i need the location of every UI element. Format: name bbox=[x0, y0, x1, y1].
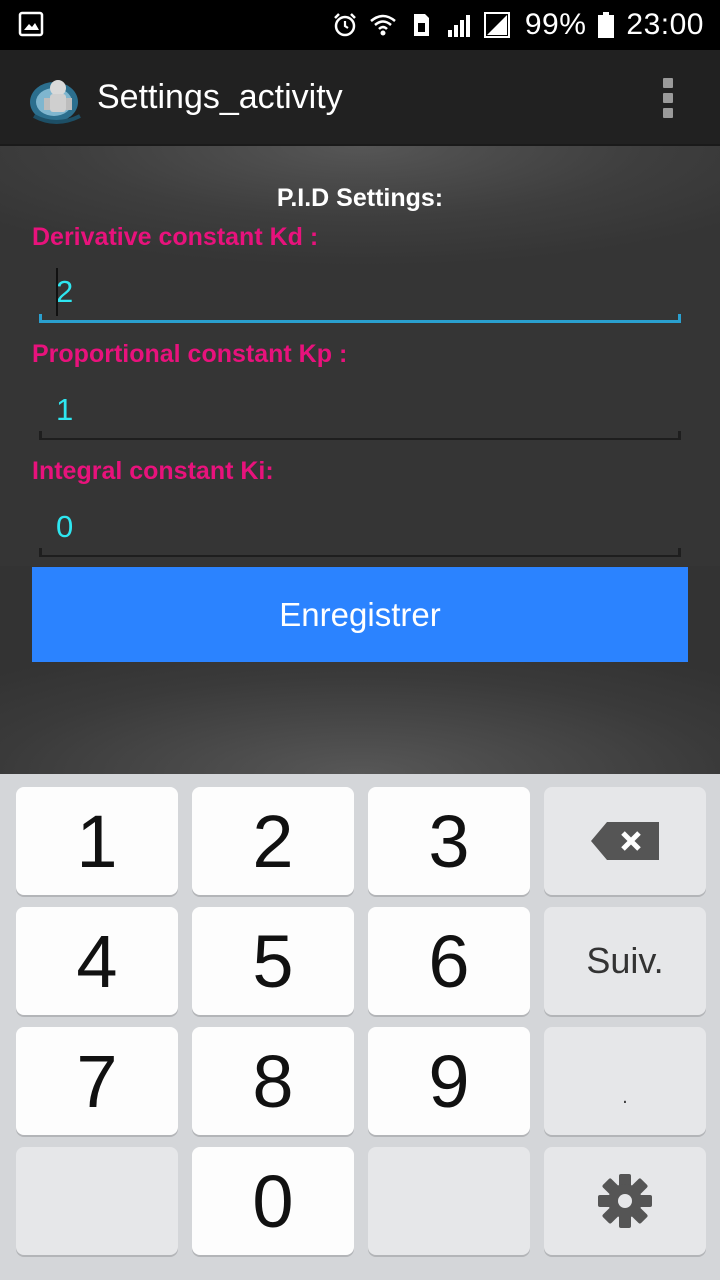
battery-percent: 99% bbox=[524, 8, 587, 41]
key-7-label: 7 bbox=[76, 1039, 118, 1123]
backspace-icon bbox=[591, 822, 659, 860]
action-bar: Settings_activity bbox=[0, 50, 720, 146]
key-4-label: 4 bbox=[76, 919, 118, 1003]
numeric-keyboard: 1 2 3 4 5 6 Suiv. 7 8 9 . 0 bbox=[0, 774, 720, 1280]
kp-label: Proportional constant Kp : bbox=[32, 340, 348, 368]
key-8[interactable]: 8 bbox=[192, 1027, 354, 1135]
empty-key-right bbox=[368, 1147, 530, 1255]
clock: 23:00 bbox=[626, 8, 704, 41]
kp-underline bbox=[39, 431, 681, 440]
key-5[interactable]: 5 bbox=[192, 907, 354, 1015]
key-6[interactable]: 6 bbox=[368, 907, 530, 1015]
ki-underline bbox=[39, 548, 681, 557]
text-cursor bbox=[56, 268, 58, 316]
key-6-label: 6 bbox=[428, 919, 470, 1003]
kd-label: Derivative constant Kd : bbox=[32, 223, 319, 251]
empty-key-left bbox=[16, 1147, 178, 1255]
key-1[interactable]: 1 bbox=[16, 787, 178, 895]
ki-input[interactable]: 0 bbox=[56, 509, 73, 545]
dot-key[interactable]: . bbox=[544, 1027, 706, 1135]
settings-content: P.I.D Settings: Derivative constant Kd :… bbox=[0, 146, 720, 774]
key-0-label: 0 bbox=[252, 1159, 294, 1243]
key-7[interactable]: 7 bbox=[16, 1027, 178, 1135]
app-logo-icon bbox=[30, 80, 81, 124]
key-9-label: 9 bbox=[428, 1039, 470, 1123]
key-9[interactable]: 9 bbox=[368, 1027, 530, 1135]
overflow-menu-icon[interactable] bbox=[656, 78, 680, 122]
status-bar: 99% 23:00 bbox=[0, 0, 720, 50]
next-key[interactable]: Suiv. bbox=[544, 907, 706, 1015]
signal-icon bbox=[447, 15, 470, 37]
key-5-label: 5 bbox=[252, 919, 294, 1003]
next-key-label: Suiv. bbox=[586, 940, 664, 981]
key-2[interactable]: 2 bbox=[192, 787, 354, 895]
page-title: Settings_activity bbox=[97, 78, 343, 116]
kp-input[interactable]: 1 bbox=[56, 392, 73, 428]
key-0[interactable]: 0 bbox=[192, 1147, 354, 1255]
gear-icon bbox=[598, 1174, 652, 1228]
dot-key-label: . bbox=[619, 1070, 631, 1112]
backspace-key[interactable] bbox=[544, 787, 706, 895]
key-1-label: 1 bbox=[76, 799, 118, 883]
signal-icon-2 bbox=[483, 12, 510, 38]
save-button[interactable]: Enregistrer bbox=[32, 567, 688, 662]
key-3[interactable]: 3 bbox=[368, 787, 530, 895]
key-4[interactable]: 4 bbox=[16, 907, 178, 1015]
kd-input[interactable]: 2 bbox=[56, 274, 73, 310]
key-2-label: 2 bbox=[252, 799, 294, 883]
wifi-icon bbox=[370, 14, 396, 36]
key-3-label: 3 bbox=[428, 799, 470, 883]
key-8-label: 8 bbox=[252, 1039, 294, 1123]
battery-icon bbox=[598, 12, 615, 38]
image-icon bbox=[18, 11, 44, 37]
alarm-icon bbox=[333, 13, 356, 37]
kd-underline bbox=[39, 314, 681, 323]
section-title: P.I.D Settings: bbox=[276, 184, 444, 212]
settings-key[interactable] bbox=[544, 1147, 706, 1255]
sim-icon bbox=[413, 14, 429, 36]
ki-label: Integral constant Ki: bbox=[32, 457, 274, 485]
